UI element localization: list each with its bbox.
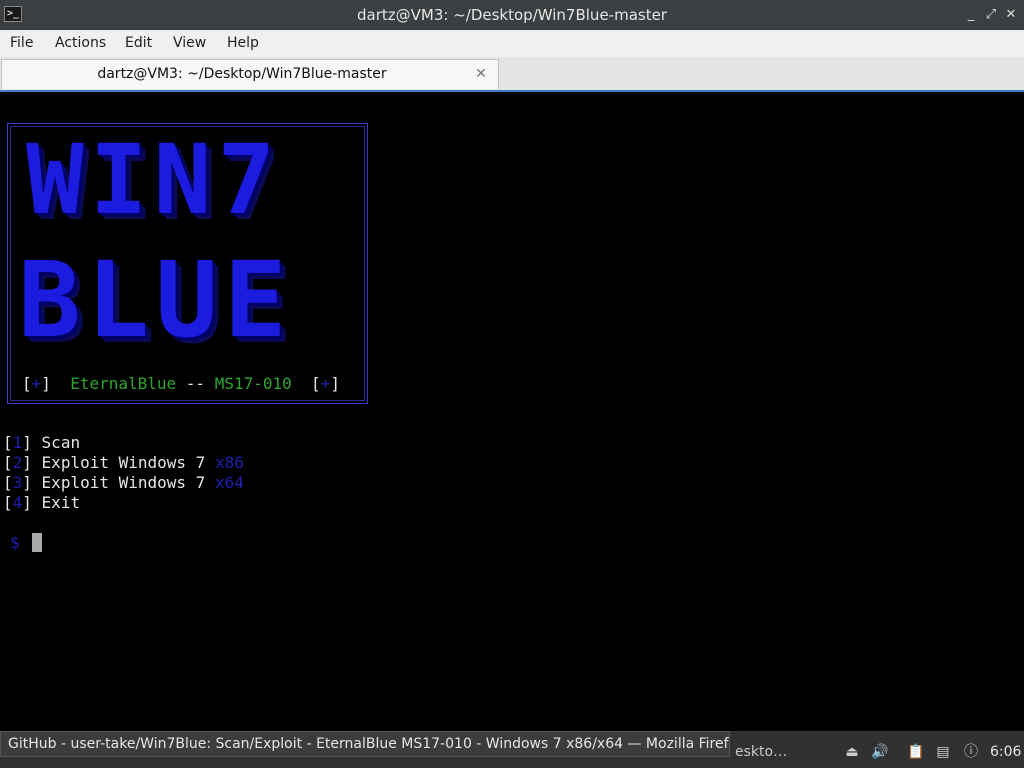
tab-bar: dartz@VM3: ~/Desktop/Win7Blue-master ✕ [0,57,1024,90]
bracket: ] [330,374,340,393]
option-label: Exploit Windows 7 [41,473,206,492]
menu-file[interactable]: File [10,30,33,57]
bracket: ] [41,374,51,393]
separator: -- [185,374,206,393]
menu-option-scan: [1] Scan [3,433,81,452]
ascii-title-blue: BLUE [18,239,293,361]
option-label: Exit [41,493,81,512]
tab-title: dartz@VM3: ~/Desktop/Win7Blue-master [97,66,387,82]
window-titlebar[interactable]: >_ dartz@VM3: ~/Desktop/Win7Blue-master … [0,0,1024,30]
menu-actions[interactable]: Actions [55,30,106,57]
menu-option-exploit-x64: [3] Exploit Windows 7 x64 [3,473,244,492]
shell-prompt: $ [10,533,20,552]
menu-edit[interactable]: Edit [125,30,152,57]
banner-subtitle: [+] EternalBlue -- MS17-010 [+] [22,373,340,395]
exploit-name: EternalBlue [70,374,177,393]
minimize-button[interactable]: _ [962,6,980,24]
option-number: 2 [12,453,23,472]
ascii-title-win7: WIN7 [26,124,282,236]
window-title: dartz@VM3: ~/Desktop/Win7Blue-master [357,6,667,24]
eject-icon[interactable]: ⏏ [843,742,861,762]
maximize-button[interactable]: ⤢ [982,6,1000,24]
text-cursor[interactable] [32,533,42,552]
exploit-code: MS17-010 [214,374,292,393]
clock[interactable]: 6:06 [990,741,1021,763]
menu-option-exploit-x86: [2] Exploit Windows 7 x86 [3,453,244,472]
option-number: 3 [12,473,23,492]
bracket: [ [311,374,321,393]
menu-bar: File Actions Edit View Help [0,30,1024,58]
plus-mark: + [31,374,42,393]
menu-view[interactable]: View [173,30,206,57]
option-number: 1 [12,433,23,452]
clipboard-icon[interactable]: 📋 [907,742,925,762]
option-label: Scan [41,433,81,452]
menu-help[interactable]: Help [227,30,259,57]
bracket: [ [22,374,32,393]
tab-terminal[interactable]: dartz@VM3: ~/Desktop/Win7Blue-master ✕ [1,59,499,89]
plus-mark: + [320,374,331,393]
taskbar-tooltip: GitHub - user-take/Win7Blue: Scan/Exploi… [0,731,730,757]
option-number: 4 [12,493,23,512]
option-arch: x64 [214,473,244,492]
option-arch: x86 [214,453,244,472]
close-button[interactable]: ✕ [1002,6,1020,24]
volume-icon[interactable]: 🔊 [871,742,889,762]
terminal-output[interactable]: WIN7 BLUE [+] EternalBlue -- MS17-010 [+… [0,90,1024,730]
updates-icon[interactable]: ⓘ [962,742,980,762]
taskbar-window-button[interactable]: esktо… [735,741,787,763]
option-label: Exploit Windows 7 [41,453,206,472]
tab-close-icon[interactable]: ✕ [472,64,490,84]
network-icon[interactable]: ▤ [934,742,952,762]
ascii-banner: WIN7 BLUE [+] EternalBlue -- MS17-010 [+… [7,123,368,404]
menu-option-exit: [4] Exit [3,493,81,512]
